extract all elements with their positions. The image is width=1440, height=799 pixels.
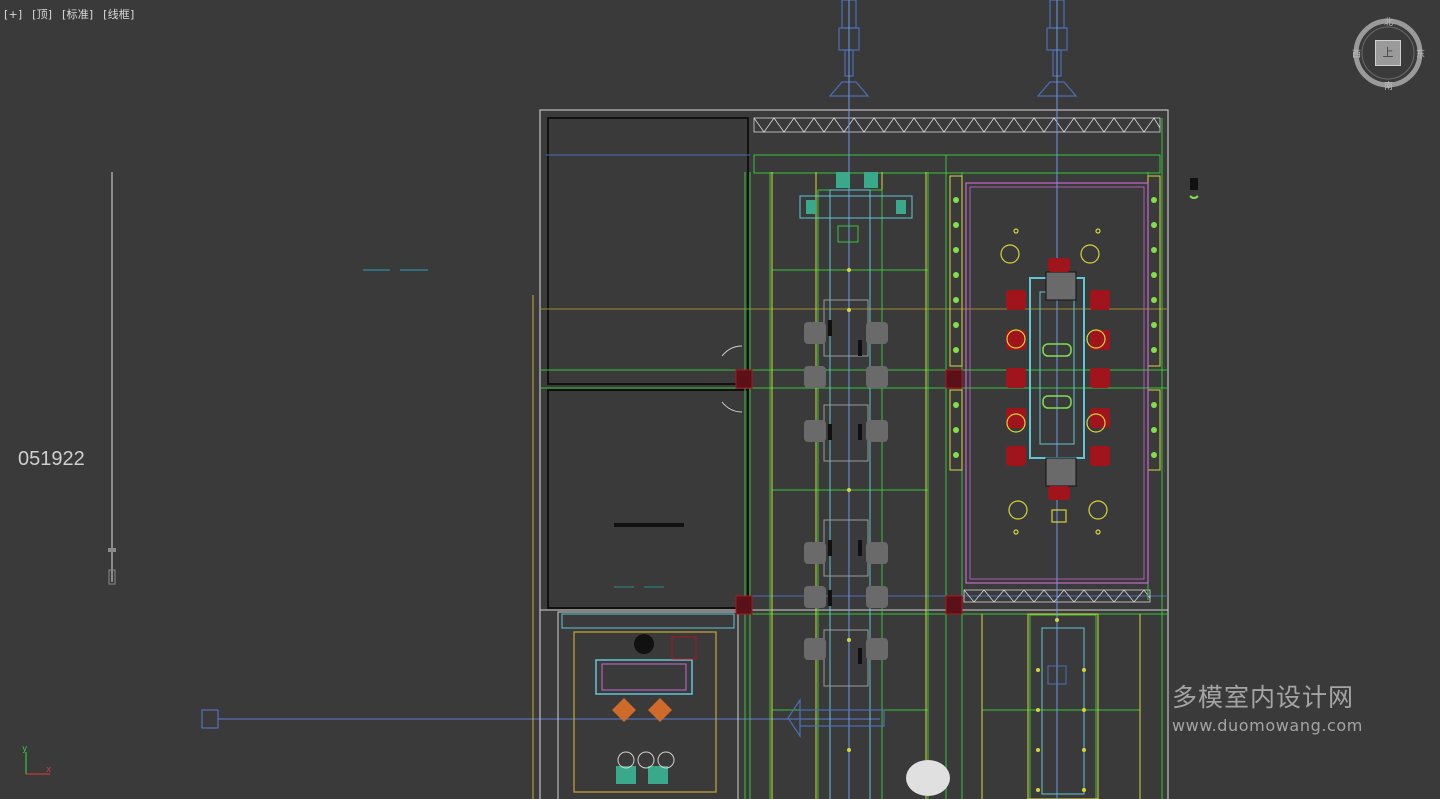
watermark-cn: 多模室内设计网 — [1172, 683, 1355, 712]
viewcube-north[interactable]: 北 — [1384, 15, 1393, 28]
workstation-row — [799, 172, 913, 799]
dimension-line — [108, 172, 116, 585]
watermark: 多模室内设计网 www.duomowang.com — [1172, 678, 1363, 735]
cad-viewport[interactable]: [+] [顶] [标准] [线框] y x 051922 上 北 南 东 西 多… — [0, 0, 1440, 799]
viewcube-east[interactable]: 东 — [1416, 47, 1425, 60]
viewcube-face-top[interactable]: 上 — [1375, 40, 1401, 66]
axis-x-label: x — [46, 765, 52, 775]
truss-band — [753, 117, 1161, 603]
yellow-lines — [771, 172, 1141, 799]
building-outline — [532, 109, 1169, 799]
manager-office — [557, 611, 739, 799]
sketch-blob — [906, 760, 950, 796]
watermark-url: www.duomowang.com — [1172, 716, 1363, 735]
dimension-readout: 051922 — [18, 448, 85, 470]
corridor-lights — [1036, 618, 1086, 795]
viewcube-west[interactable]: 西 — [1352, 47, 1361, 60]
light-line — [201, 709, 880, 729]
viewcube-south[interactable]: 南 — [1384, 79, 1393, 92]
axis-gizmo: y x — [22, 744, 52, 775]
axis-y-label: y — [22, 744, 28, 754]
viewcube[interactable]: 上 北 南 东 西 — [1350, 15, 1426, 92]
